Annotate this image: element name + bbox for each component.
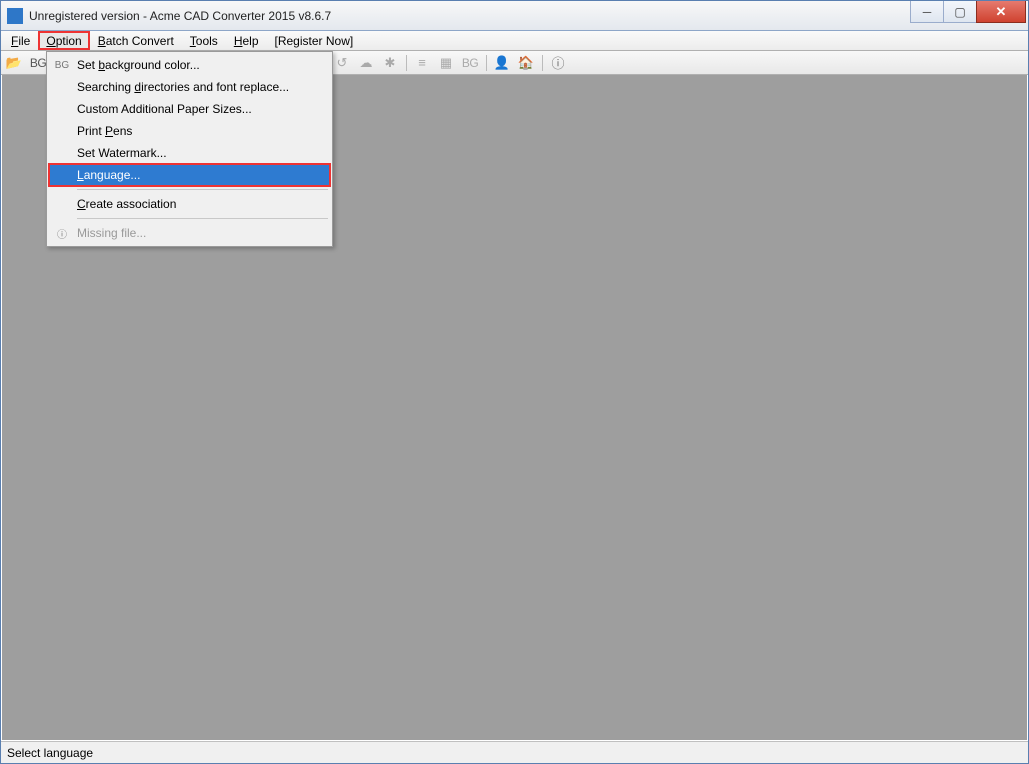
menu-separator [77,218,328,219]
minimize-button[interactable]: ─ [910,1,944,23]
menu-register-now[interactable]: [Register Now] [267,31,362,50]
menu-item-label: Set Watermark... [77,146,167,160]
open-icon[interactable]: 📂 [3,53,25,73]
titlebar: Unregistered version - Acme CAD Converte… [1,1,1028,31]
toolbar-separator [483,53,489,73]
app-icon [7,8,23,24]
menubar: File Option Batch Convert Tools Help [Re… [1,31,1028,51]
menu-set-watermark[interactable]: Set Watermark... [49,142,330,164]
menu-missing-file: ⓘ Missing file... [49,222,330,244]
menu-language[interactable]: Language... [49,164,330,186]
menu-option[interactable]: Option [38,31,89,50]
menu-item-label: Missing file... [77,226,146,240]
grid-icon[interactable]: ▦ [435,53,457,73]
replace-font-icon[interactable]: ✱ [379,53,401,73]
close-button[interactable]: ✕ [976,1,1026,23]
menu-item-label: Print Pens [77,124,132,138]
menu-file[interactable]: File [3,31,38,50]
maximize-button[interactable]: ▢ [943,1,977,23]
toolbar-separator [403,53,409,73]
menu-tools[interactable]: Tools [182,31,226,50]
menu-searching-directories-font-replace[interactable]: Searching directories and font replace..… [49,76,330,98]
info-icon: ⓘ [53,224,71,242]
rotate-left-icon[interactable]: ↺ [331,53,353,73]
option-menu-dropdown: BG Set background color... Searching dir… [46,51,333,247]
window-title: Unregistered version - Acme CAD Converte… [29,9,911,23]
menu-item-label: Set background color... [77,58,200,72]
toolbar-separator [539,53,545,73]
bg-icon: BG [53,56,71,74]
align-icon[interactable]: ≡ [411,53,433,73]
menu-set-background-color[interactable]: BG Set background color... [49,54,330,76]
menu-custom-additional-paper-sizes[interactable]: Custom Additional Paper Sizes... [49,98,330,120]
user-icon[interactable]: 👤 [491,53,513,73]
info-icon[interactable]: ⓘ [547,53,569,73]
menu-item-label: Custom Additional Paper Sizes... [77,102,252,116]
app-window: Unregistered version - Acme CAD Converte… [0,0,1029,764]
menu-item-label: Language... [77,168,140,182]
menu-help[interactable]: Help [226,31,267,50]
bg-toggle-icon[interactable]: BG [459,53,481,73]
menu-item-label: Searching directories and font replace..… [77,80,289,94]
home-icon[interactable]: 🏠 [515,53,537,73]
window-controls: ─ ▢ ✕ [911,1,1026,30]
menu-create-association[interactable]: Create association [49,193,330,215]
menu-batch-convert[interactable]: Batch Convert [90,31,182,50]
statusbar: Select language [1,741,1028,763]
cloud-icon[interactable]: ☁ [355,53,377,73]
status-text: Select language [7,746,93,760]
menu-print-pens[interactable]: Print Pens [49,120,330,142]
menu-separator [77,189,328,190]
menu-item-label: Create association [77,197,176,211]
